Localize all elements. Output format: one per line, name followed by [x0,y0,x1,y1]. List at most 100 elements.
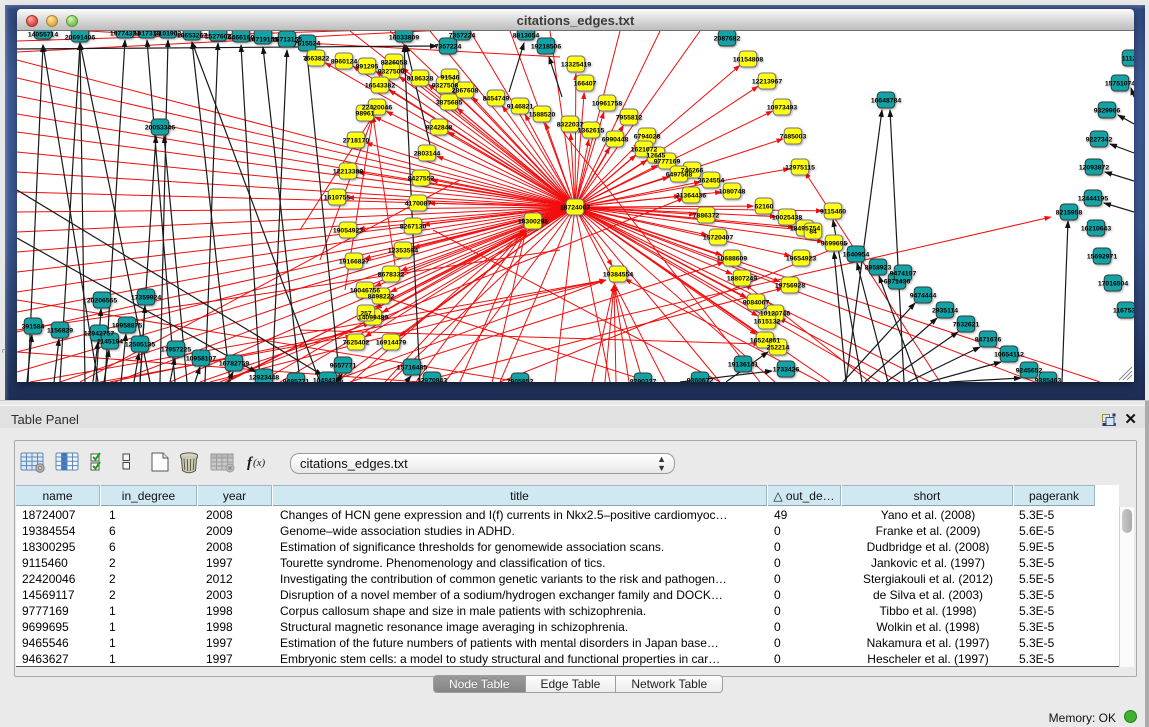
svg-text:257: 257 [360,311,372,318]
svg-text:16154808: 16154808 [733,57,763,64]
svg-text:19054923: 19054923 [333,228,363,235]
svg-text:17016504: 17016504 [1098,281,1128,288]
svg-text:1733426: 1733426 [773,367,800,374]
svg-text:9699695: 9699695 [821,241,848,248]
svg-text:8454749: 8454749 [483,96,510,103]
svg-text:6871436: 6871436 [884,279,911,286]
svg-text:17957225: 17957225 [161,347,191,354]
svg-text:10653267: 10653267 [177,33,207,40]
svg-text:1640954: 1640954 [843,252,870,259]
svg-text:8226058: 8226058 [381,60,408,67]
svg-text:7625402: 7625402 [343,340,370,347]
svg-text:12213389: 12213389 [333,169,363,176]
svg-text:14055714: 14055714 [28,32,58,39]
svg-text:8678332: 8678332 [378,272,405,279]
svg-text:15720407: 15720407 [703,235,733,242]
svg-text:11121: 11121 [1122,56,1134,63]
svg-text:16524861: 16524861 [750,338,780,345]
svg-text:1610755: 1610755 [324,195,351,202]
svg-text:9360672: 9360672 [687,378,714,383]
svg-text:(x): (x) [253,457,266,469]
svg-text:8960124: 8960124 [331,59,358,66]
svg-text:12923448: 12923448 [249,375,279,382]
svg-text:10025438: 10025438 [772,215,802,222]
svg-text:891295: 891295 [356,64,379,71]
svg-text:1167533: 1167533 [1113,308,1134,315]
svg-text:2935114: 2935114 [932,308,958,315]
svg-text:19654923: 19654923 [786,256,816,263]
svg-text:9777169: 9777169 [654,159,681,166]
svg-text:18300295: 18300295 [518,219,548,226]
svg-text:9329966: 9329966 [1094,108,1121,115]
svg-text:2718170: 2718170 [343,138,370,145]
svg-text:12970843: 12970843 [417,378,447,383]
svg-text:10688609: 10688609 [717,256,747,263]
svg-text:16914479: 16914479 [376,340,406,347]
svg-text:391584: 391584 [22,324,45,331]
svg-text:9385463: 9385463 [1035,378,1062,383]
svg-text:9245652: 9245652 [1016,368,1043,375]
svg-text:20206565: 20206565 [87,298,117,305]
svg-text:10961758: 10961758 [592,101,622,108]
svg-text:7886372: 7886372 [693,213,720,220]
svg-text:7955812: 7955812 [616,115,643,122]
svg-text:15692971: 15692971 [1087,254,1117,261]
svg-text:19136141: 19136141 [728,362,758,369]
svg-text:19384554: 19384554 [603,272,633,279]
svg-text:8471676: 8471676 [975,337,1002,344]
svg-text:6990448: 6990448 [602,137,629,144]
svg-text:9485771: 9485771 [283,379,310,383]
svg-text:10120746: 10120746 [760,311,790,318]
svg-text:6497568: 6497568 [666,172,693,179]
svg-text:8290337: 8290337 [630,379,657,383]
svg-text:7357224: 7357224 [449,33,476,40]
svg-text:252214: 252214 [767,345,790,352]
svg-text:16033809: 16033809 [389,35,419,42]
svg-text:17359924: 17359924 [131,295,161,302]
svg-text:10484366: 10484366 [313,378,343,383]
svg-text:8186328: 8186328 [407,76,434,83]
svg-text:7515524: 7515524 [294,41,321,48]
svg-text:10654112: 10654112 [994,352,1024,359]
svg-text:2087682: 2087682 [714,36,741,43]
svg-text:12975115: 12975115 [785,165,815,172]
svg-text:2867608: 2867608 [452,88,479,95]
svg-text:1080748: 1080748 [719,189,746,196]
svg-text:3624554: 3624554 [698,178,725,185]
svg-text:9657771: 9657771 [330,363,357,370]
svg-text:9242848: 9242848 [426,125,453,132]
svg-text:4170087: 4170087 [405,201,432,208]
svg-text:2803144: 2803144 [414,151,441,158]
svg-text:7632621: 7632621 [953,322,980,329]
svg-text:15751074: 15751074 [1105,81,1134,88]
svg-text:9146821: 9146821 [507,104,534,111]
svg-text:12093872: 12093872 [1079,165,1109,172]
svg-text:19166827: 19166827 [339,259,369,266]
svg-text:166407: 166407 [574,81,597,88]
svg-text:1145194: 1145194 [97,339,123,346]
svg-text:16648784: 16648784 [871,98,901,105]
svg-text:19756928: 19756928 [775,283,805,290]
svg-text:1588520: 1588520 [529,112,556,119]
svg-text:6794028: 6794028 [634,134,661,141]
svg-text:1156829: 1156829 [47,328,73,335]
svg-text:20691406: 20691406 [65,35,95,42]
svg-text:12213967: 12213967 [752,79,782,86]
svg-text:20053346: 20053346 [145,125,175,132]
svg-text:12353594: 12353594 [388,248,418,255]
svg-text:19958875: 19958875 [112,323,142,330]
svg-text:9474444: 9474444 [910,293,937,300]
svg-text:98961: 98961 [356,111,375,118]
svg-text:16782759: 16782759 [219,361,249,368]
svg-text:7485003: 7485003 [780,134,807,141]
svg-text:21364436: 21364436 [676,193,706,200]
svg-text:9084067: 9084067 [743,300,770,307]
svg-text:8215958: 8215958 [1056,210,1083,217]
svg-text:19218506: 19218506 [531,44,561,51]
svg-text:9115460: 9115460 [820,209,846,216]
svg-text:8267130: 8267130 [400,224,427,231]
svg-text:13325419: 13325419 [561,62,591,69]
svg-text:8427552: 8427552 [408,176,435,183]
svg-text:8813054: 8813054 [513,33,540,40]
svg-text:8498222: 8498222 [368,294,395,301]
